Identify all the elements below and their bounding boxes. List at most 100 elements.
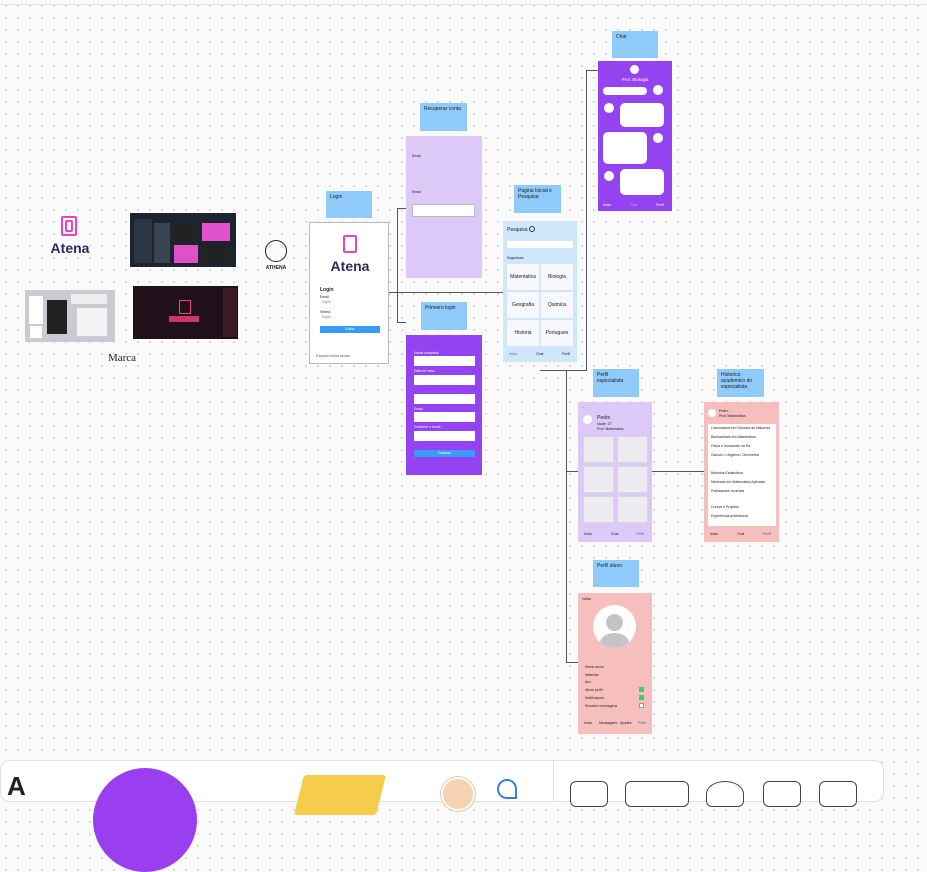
connector-login-home <box>389 292 504 293</box>
first-login-birth-input[interactable] <box>414 375 475 385</box>
login-logo-icon <box>343 235 357 253</box>
history-nav-home[interactable]: Inicio <box>710 532 718 536</box>
messages-checkbox[interactable] <box>639 703 644 708</box>
subject-card-2[interactable]: Geografia <box>507 292 539 318</box>
chat-nav-home[interactable]: Inicio <box>603 203 611 207</box>
student-nav-profile[interactable]: Perfil <box>638 721 646 725</box>
recover-screen[interactable]: Email Email <box>406 136 482 278</box>
specialist-nav-chat[interactable]: Chat <box>611 532 618 536</box>
search-screen[interactable]: Pesquisa Sugestoes Matematica Biologia G… <box>503 221 577 362</box>
specialist-nav-home[interactable]: Inicio <box>584 532 592 536</box>
search-nav-chat[interactable]: Chat <box>536 352 543 356</box>
recover-email-input[interactable] <box>412 204 475 217</box>
login-password-label: Senha <box>320 310 331 314</box>
search-nav-profile[interactable]: Perfil <box>562 352 570 356</box>
toolbar-divider <box>553 761 554 801</box>
specialist-nav-profile[interactable]: Perfil <box>636 532 644 536</box>
student-back-link[interactable]: Voltar <box>582 597 591 601</box>
subject-card-3[interactable]: Quimica <box>541 292 573 318</box>
student-profile-screen[interactable]: Voltar Nome aluno Materias Ano Ativar pe… <box>578 593 652 734</box>
login-password-input[interactable]: Digite <box>322 315 331 319</box>
login-screen[interactable]: Atena Login Email Digite Senha Digite En… <box>309 222 389 364</box>
first-login-finish-button[interactable]: Finalizar <box>414 450 475 457</box>
connector-branch <box>397 208 398 322</box>
login-email-input[interactable]: Digite <box>322 300 331 304</box>
sticky-note-icon[interactable] <box>294 775 386 815</box>
search-nav-home[interactable]: Inicio <box>509 352 517 356</box>
suggestions-label: Sugestoes <box>507 256 524 260</box>
subject-card-0[interactable]: Matematica <box>507 264 539 290</box>
sticky-first-login[interactable]: Primeiro login <box>421 302 467 330</box>
chat-nav-chat[interactable]: Chat <box>630 203 637 207</box>
sticky-home-search[interactable]: Pagina Inicial e Pesquisa <box>514 185 561 213</box>
first-login-extra-input[interactable] <box>414 394 475 404</box>
login-button[interactable]: Entrar <box>320 326 380 333</box>
history-screen[interactable]: Pedro Prof. Matematica Licenciatura em C… <box>704 402 779 542</box>
first-login-name-input[interactable] <box>414 356 475 366</box>
history-line: Mestrado em Matematica Aplicada <box>711 480 765 484</box>
gallery-image-icon[interactable] <box>583 496 614 523</box>
atena-logo-text: Atena <box>50 240 90 256</box>
gallery-image-icon[interactable] <box>617 466 648 493</box>
section-tool-icon[interactable] <box>763 781 801 807</box>
chat-bubble <box>603 132 647 164</box>
sticky-recover[interactable]: Recuperar conta <box>420 103 467 131</box>
student-nav-home[interactable]: Inicio <box>584 721 592 725</box>
athena-badge[interactable]: ATHENA <box>262 240 290 276</box>
connector-home-bottom <box>540 370 587 371</box>
sticky-student-profile[interactable]: Perfil aluno <box>593 560 639 587</box>
search-title: Pesquisa <box>507 227 528 233</box>
stamp-icon[interactable] <box>497 779 517 799</box>
comment-tool-icon[interactable] <box>706 781 744 807</box>
connector-first-login <box>397 322 406 323</box>
gallery-image-icon[interactable] <box>617 496 648 523</box>
gallery-image-icon[interactable] <box>583 436 614 463</box>
first-login-confirm-input[interactable] <box>414 431 475 441</box>
specialist-role: Prof. Matematica <box>597 427 624 431</box>
forgot-password-link[interactable]: Esqueci minha senha <box>316 354 349 358</box>
brand-mockup-merch[interactable] <box>25 290 115 342</box>
brand-caption: Marca <box>107 352 137 364</box>
first-login-screen[interactable]: Nome completo Data de nasc. Email Confir… <box>406 335 482 475</box>
sticky-login[interactable]: Login <box>326 191 372 218</box>
history-line: Bacharelado em Matematica <box>711 435 756 439</box>
sticky-specialist-history[interactable]: Historico academico do especialista <box>717 369 764 397</box>
chat-nav-profile[interactable]: Perfil <box>656 203 664 207</box>
search-icon[interactable] <box>529 226 535 232</box>
connector-chat <box>586 70 587 370</box>
chat-avatar <box>653 85 663 95</box>
student-nav-settings[interactable]: Ajustes <box>620 721 631 725</box>
table-tool-icon[interactable] <box>625 781 689 807</box>
gallery-image-icon[interactable] <box>617 436 648 463</box>
sticker-icon[interactable] <box>441 777 475 811</box>
atena-logo[interactable]: Atena <box>44 216 96 260</box>
notifications-checkbox[interactable] <box>639 695 644 700</box>
sticky-chat[interactable]: Chat <box>612 31 658 58</box>
brand-mockup-screens[interactable] <box>130 213 236 267</box>
specialist-profile-screen[interactable]: ← Pedro Idade: 27 Prof. Matematica Inici… <box>578 402 652 542</box>
brand-mockup-neon[interactable] <box>133 286 238 339</box>
sticky-specialist-profile[interactable]: Perfil especialista <box>593 369 639 397</box>
subject-card-1[interactable]: Biologia <box>541 264 573 290</box>
student-avatar-icon[interactable] <box>593 605 636 648</box>
subject-card-5[interactable]: Portugues <box>541 320 573 346</box>
search-input[interactable] <box>507 241 573 248</box>
connector-student <box>566 662 578 663</box>
history-nav-profile[interactable]: Perfil <box>763 532 771 536</box>
back-arrow-icon[interactable]: ← <box>582 405 586 409</box>
history-nav-chat[interactable]: Chat <box>737 532 744 536</box>
frame-tool-icon[interactable] <box>570 781 608 807</box>
subject-card-4[interactable]: Historia <box>507 320 539 346</box>
text-tool-icon[interactable]: A <box>7 773 26 799</box>
first-login-label-confirm: Confirme o email <box>414 425 441 429</box>
student-nav-messages[interactable]: Mensagens <box>599 721 617 725</box>
first-login-label-email: Email <box>414 407 423 411</box>
more-tool-icon[interactable] <box>819 781 857 807</box>
chat-screen[interactable]: Prof. Biologia Inicio Chat Perfil <box>598 61 672 211</box>
gallery-image-icon[interactable] <box>583 466 614 493</box>
shape-tool-icon[interactable] <box>93 768 197 872</box>
history-content: Licenciatura em Ciencias da Natureza Bac… <box>708 424 776 526</box>
history-line: Metodos Estatisticos <box>711 471 744 475</box>
first-login-email-input[interactable] <box>414 412 475 422</box>
activate-profile-checkbox[interactable] <box>639 687 644 692</box>
